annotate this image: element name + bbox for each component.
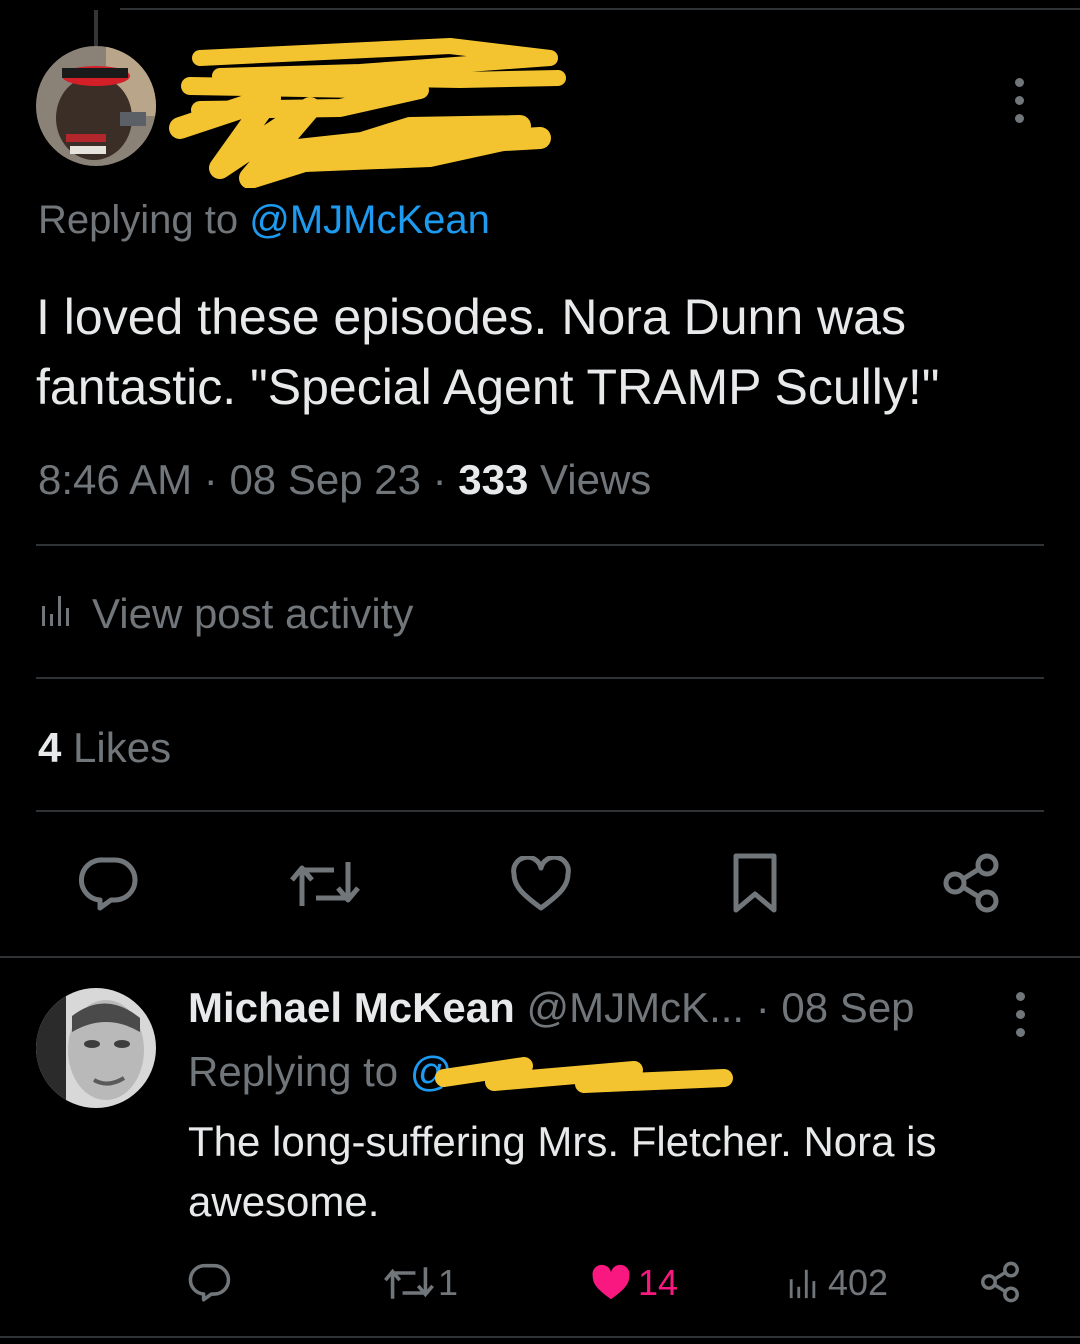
retweet-count: 1 [438,1262,459,1303]
divider [120,8,1080,10]
replying-to-label: Replying to [188,1048,410,1095]
meta-separator: · [432,456,459,503]
like-button[interactable] [510,856,572,912]
divider [0,956,1080,958]
tweet-text: I loved these episodes. Nora Dunn was fa… [36,289,940,415]
reply-date[interactable]: 08 Sep [781,984,914,1031]
likes-summary[interactable]: 4 Likes [38,724,171,772]
meta-separator: · [203,456,230,503]
meta-separator: · [755,984,782,1031]
reply-header: Michael McKean @MJMcK... · 08 Sep [188,984,915,1032]
like-button[interactable]: 14 [590,1262,678,1304]
views-count: 333 [458,456,529,503]
thread-connector [94,10,98,48]
reply-icon [188,1263,231,1302]
analytics-icon [789,1269,816,1299]
reply-replying-to: Replying to @ [188,1048,452,1096]
view-count: 402 [828,1262,889,1303]
reply-author-handle[interactable]: @MJMcK... [526,984,744,1031]
replying-to-label: Replying to [38,198,250,242]
tweet-meta: 8:46 AM · 08 Sep 23 · 333 Views [38,456,651,504]
share-button[interactable] [942,852,1000,914]
reply-button[interactable] [78,852,140,914]
reply-button[interactable] [188,1260,232,1304]
redacted-handle [434,1052,734,1101]
retweet-icon [290,862,360,906]
retweet-icon [384,1267,434,1299]
reply-author-avatar[interactable] [36,988,156,1108]
bookmark-icon [733,853,777,913]
divider [36,544,1044,546]
divider [0,1336,1080,1338]
more-icon[interactable] [1013,992,1027,1037]
share-icon [943,853,999,913]
tweet-date[interactable]: 08 Sep 23 [229,456,421,503]
share-button[interactable] [980,1260,1020,1304]
retweet-button[interactable] [290,858,360,910]
replying-to: Replying to @MJMcKean [38,198,490,243]
divider [36,810,1044,812]
reply-text: The long-suffering Mrs. Fletcher. Nora i… [188,1118,937,1225]
reply-author-name[interactable]: Michael McKean [188,984,515,1031]
analytics-icon [38,590,74,638]
tweet-time[interactable]: 8:46 AM [38,456,192,503]
likes-count: 4 [38,724,62,771]
divider [36,677,1044,679]
retweet-button[interactable]: 1 [384,1262,458,1304]
views-button[interactable]: 402 [786,1262,888,1304]
like-icon [511,856,571,911]
more-icon[interactable] [1012,78,1026,123]
view-post-activity[interactable]: View post activity [38,590,413,638]
like-icon [592,1264,630,1300]
bookmark-button[interactable] [730,852,780,916]
reply-icon [78,857,138,911]
view-post-activity-label: View post activity [92,590,414,637]
views-label: Views [528,456,652,503]
replying-to-handle[interactable]: @MJMcKean [249,198,490,242]
author-avatar[interactable] [36,46,156,166]
like-count: 14 [638,1262,679,1303]
share-icon [981,1261,1019,1303]
likes-label: Likes [61,724,172,771]
redacted-author-name [160,38,570,189]
